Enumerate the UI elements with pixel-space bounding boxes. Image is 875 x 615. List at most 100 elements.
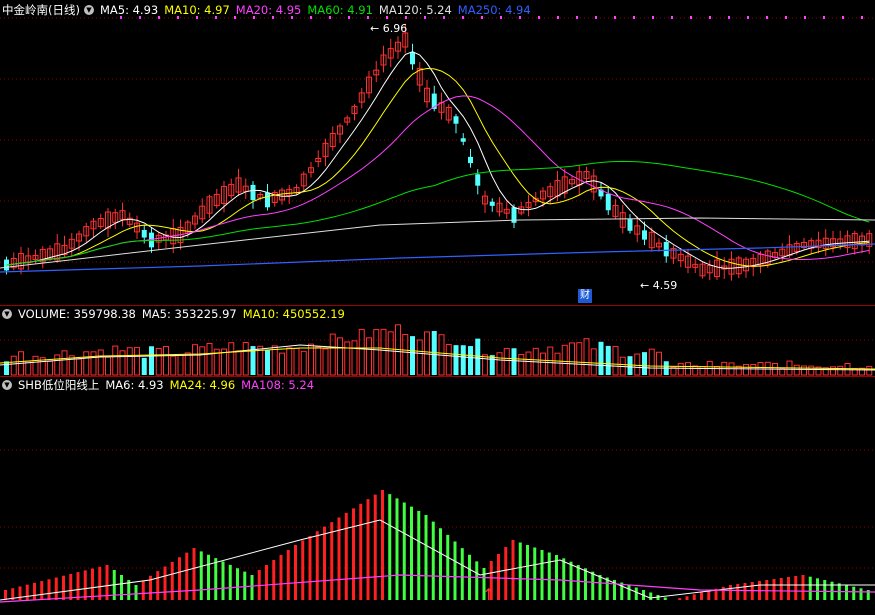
candle-body [265,192,270,208]
top-marker [310,16,312,19]
volume-bar [83,351,90,376]
candle-body [453,116,459,124]
volume-bar [793,364,800,376]
volume-bar [206,342,213,376]
top-marker [652,16,654,19]
candle-body [663,241,669,257]
volume-bar [76,358,82,376]
volume-bar [141,357,147,375]
volume-bar [416,339,423,376]
volume-bar [228,342,235,376]
volume-bar [583,338,590,376]
volume-bar [54,354,61,376]
volume-bar [699,366,706,376]
kline-chart[interactable]: ← 6.96 ← 4.59 ↑ [0,0,875,615]
volume-bar [265,350,270,375]
volume-bar [61,350,68,376]
volume-bar [525,351,532,376]
volume-bar [90,351,97,376]
volume-bar [489,355,495,375]
top-marker [272,16,274,19]
top-marker [177,16,179,19]
candle-body [642,230,647,240]
volume-bar [801,365,807,376]
volume-bar [119,350,126,376]
volume-bar [598,341,604,375]
top-marker [671,16,673,19]
volume-bar [47,360,53,376]
candle-body [475,174,481,186]
top-marker [766,16,768,19]
top-marker [348,16,350,19]
volume-bar [32,355,39,376]
volume-bar [648,348,655,376]
top-marker [386,16,388,19]
volume-bar [279,352,285,376]
top-marker [595,16,597,19]
volume-bar [199,346,206,376]
volume-bar [634,353,641,376]
volume-bar [511,348,517,375]
volume-bar [337,337,343,376]
volume-bar [866,365,873,376]
volume-bar [837,365,844,376]
buy-signal-arrow-icon: ↑ [482,585,495,604]
candle-body [627,219,633,231]
volume-bar [242,342,249,376]
volume-bar [126,347,133,376]
volume-bar [453,345,459,375]
top-marker [196,16,198,19]
candle-body [605,193,611,211]
volume-bar [134,347,140,376]
volume-bar [576,342,583,376]
volume-bar [612,345,619,376]
volume-bar [750,364,757,376]
volume-bar [496,352,503,376]
high-price-label: ← 6.96 [370,22,407,35]
volume-bar [569,342,575,376]
volume-bar [410,336,415,375]
top-marker [462,16,464,19]
volume-bar [155,347,162,376]
low-price-label: ← 4.59 [640,279,677,292]
volume-bar [300,350,307,376]
top-marker [633,16,635,19]
top-marker [215,16,217,19]
volume-bar [235,350,242,376]
top-marker [538,16,540,19]
volume-bar [163,345,169,376]
volume-bar [475,338,481,375]
top-marker [557,16,559,19]
volume-bar [373,329,380,376]
top-marker [253,16,255,19]
volume-bar [293,347,300,376]
volume-bar [554,352,561,376]
volume-bar [692,365,699,376]
volume-bar [315,346,322,376]
top-marker [690,16,692,19]
volume-bar [677,363,684,376]
volume-bar [482,354,488,376]
volume-bar [192,344,198,376]
top-marker [842,16,844,19]
volume-bar [518,354,525,376]
volume-bar [627,356,633,375]
volume-bar [605,345,611,375]
top-marker [443,16,445,19]
volume-bar [503,347,510,376]
volume-bar [808,365,815,376]
volume-bar [445,344,452,376]
volume-bar [561,344,568,376]
candle-body [410,52,415,65]
volume-bar [366,337,372,376]
top-marker [861,16,863,19]
volume-bar [642,352,647,375]
volume-bar [170,355,177,376]
volume-bar [105,356,111,376]
top-marker [823,16,825,19]
ma60-line [6,160,870,266]
ma10-line [6,67,870,267]
volume-bar [387,331,394,376]
volume-bar [743,364,749,376]
finance-badge-icon[interactable]: 财 [578,289,592,303]
